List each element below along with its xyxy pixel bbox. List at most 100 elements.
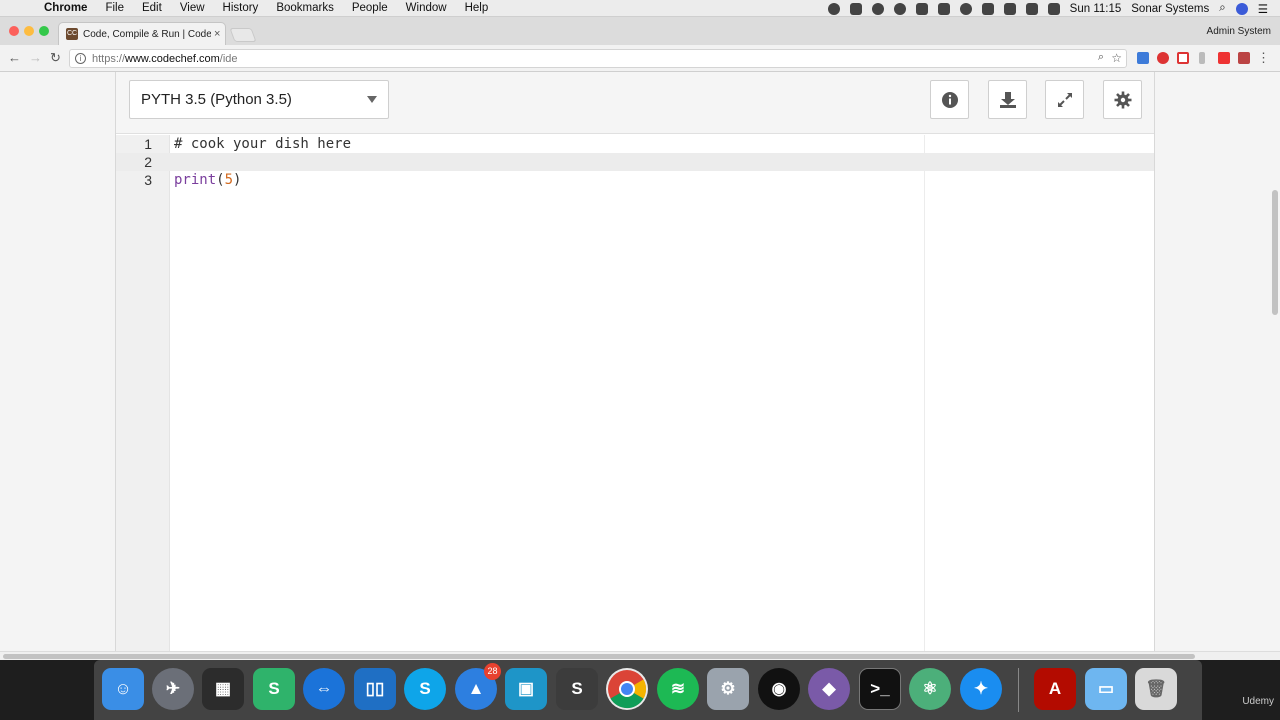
scrollbar-thumb[interactable]	[1272, 190, 1278, 315]
terminal-icon[interactable]: >_	[859, 668, 901, 710]
browser-tab[interactable]: CC Code, Compile & Run | CodeCh ×	[58, 22, 226, 45]
profile-name[interactable]: Admin System	[1207, 26, 1271, 37]
ide-header: PYTH 3.5 (Python 3.5)	[116, 72, 1154, 134]
code-paren: )	[233, 172, 242, 188]
launchpad-icon[interactable]: ✈	[152, 668, 194, 710]
settings-button[interactable]	[1103, 80, 1142, 119]
language-select-value: PYTH 3.5 (Python 3.5)	[141, 91, 292, 108]
teamviewer-status-icon[interactable]	[849, 2, 862, 15]
sublime-text-icon[interactable]: S	[556, 668, 598, 710]
extension-icon[interactable]	[1238, 52, 1250, 64]
macos-menu-bar: Chrome File Edit View History Bookmarks …	[0, 0, 1280, 17]
url-path: /ide	[219, 52, 238, 65]
menu-window[interactable]: Window	[406, 2, 447, 14]
tab-strip: CC Code, Compile & Run | CodeCh × Admin …	[0, 17, 1280, 45]
menu-people[interactable]: People	[352, 2, 388, 14]
code-line[interactable]: 3 print(5)	[116, 171, 1154, 189]
chevron-down-icon	[367, 96, 377, 103]
back-arrow-icon[interactable]: ←	[8, 50, 21, 65]
photo-browser-icon[interactable]: ▦	[202, 668, 244, 710]
chrome-icon[interactable]	[606, 668, 648, 710]
user-name[interactable]: Sonar Systems	[1131, 3, 1209, 15]
airmail-icon[interactable]: ▲ 28	[455, 663, 501, 710]
finder-icon[interactable]: ☺	[102, 668, 144, 710]
spotlight-icon[interactable]: ⌕	[1219, 2, 1225, 15]
creative-cloud-icon[interactable]	[893, 2, 906, 15]
reload-icon[interactable]: ↻	[50, 50, 61, 66]
downloads-folder-icon[interactable]: ▭	[1085, 668, 1127, 710]
siri-icon[interactable]	[1235, 2, 1248, 15]
menu-help[interactable]: Help	[465, 2, 489, 14]
status-area: Sun 11:15 Sonar Systems ⌕ ☰	[827, 0, 1268, 17]
grid-status-icon[interactable]	[937, 2, 950, 15]
eject-icon[interactable]	[1025, 2, 1038, 15]
extension-icon[interactable]	[1199, 52, 1205, 64]
code-keyword: print	[174, 172, 217, 188]
menu-file[interactable]: File	[105, 2, 124, 14]
line-number: 1	[144, 136, 152, 152]
bookmark-star-icon[interactable]: ☆	[1111, 51, 1122, 65]
close-window-button[interactable]	[9, 26, 19, 36]
tab-close-icon[interactable]: ×	[214, 28, 220, 40]
screen-record-icon[interactable]	[827, 2, 840, 15]
code-number: 5	[224, 172, 234, 188]
download-button[interactable]	[988, 80, 1027, 119]
scrollbar-thumb[interactable]	[3, 654, 1195, 659]
acrobat-icon[interactable]: A	[1034, 668, 1076, 710]
skype-icon[interactable]: S	[404, 668, 446, 710]
menu-view[interactable]: View	[180, 2, 205, 14]
atom-icon[interactable]: ⚛	[909, 668, 951, 710]
browser-menu-icon[interactable]: ⋮	[1257, 50, 1270, 66]
bluetooth-icon[interactable]	[981, 2, 994, 15]
teamviewer-icon[interactable]: ⇔	[303, 668, 345, 710]
zoom-window-button[interactable]	[39, 26, 49, 36]
extension-icon[interactable]	[1177, 52, 1189, 64]
code-line-active[interactable]: 2	[116, 153, 1154, 171]
slack-icon[interactable]: S	[253, 668, 295, 710]
obs-icon[interactable]: ◉	[758, 668, 800, 710]
line-number: 2	[144, 154, 152, 170]
gear-icon	[1114, 91, 1131, 108]
address-bar[interactable]: i https://www.codechef.com/ide ⌕ ☆	[69, 49, 1127, 68]
download-icon	[999, 91, 1016, 108]
extension-icon[interactable]	[1157, 52, 1169, 64]
fullscreen-button[interactable]	[1045, 80, 1084, 119]
code-line[interactable]: 1 # cook your dish here	[116, 135, 1154, 153]
menu-history[interactable]: History	[223, 2, 259, 14]
menu-bookmarks[interactable]: Bookmarks	[276, 2, 334, 14]
dock-separator	[1018, 668, 1019, 712]
info-button[interactable]	[930, 80, 969, 119]
tab-title: Code, Compile & Run | CodeCh	[83, 28, 211, 40]
site-info-icon[interactable]: i	[75, 53, 86, 64]
codechef-favicon-icon: CC	[66, 28, 78, 40]
print-margin	[924, 135, 925, 660]
new-tab-button[interactable]	[229, 28, 257, 42]
vertical-scrollbar[interactable]	[1270, 72, 1280, 651]
menu-app-name[interactable]: Chrome	[44, 2, 87, 14]
notification-center-icon[interactable]: ☰	[1258, 2, 1268, 16]
extension-icon[interactable]	[1137, 52, 1149, 64]
code-paren: (	[216, 172, 225, 188]
spotify-icon[interactable]: ≋	[657, 668, 699, 710]
sourcetree-icon[interactable]: ▣	[505, 668, 547, 710]
code-text: print(5)	[174, 171, 241, 189]
horizontal-scrollbar[interactable]	[0, 651, 1280, 660]
github-desktop-icon[interactable]: ◆	[808, 668, 850, 710]
wifi-icon[interactable]	[1003, 2, 1016, 15]
system-preferences-icon[interactable]: ⚙	[707, 668, 749, 710]
code-editor[interactable]: 1 # cook your dish here 2 3 print(5)	[116, 135, 1154, 660]
minimize-window-button[interactable]	[24, 26, 34, 36]
trash-icon[interactable]: 🗑	[1135, 668, 1177, 710]
forward-arrow-icon[interactable]: →	[29, 50, 42, 65]
g-status-icon[interactable]	[915, 2, 928, 15]
menu-edit[interactable]: Edit	[142, 2, 162, 14]
time-machine-icon[interactable]	[959, 2, 972, 15]
clock[interactable]: Sun 11:15	[1070, 3, 1122, 15]
extension-icon[interactable]	[1218, 52, 1230, 64]
cloud-icon[interactable]	[871, 2, 884, 15]
volume-icon[interactable]	[1047, 2, 1060, 15]
safari-icon[interactable]: ✦	[960, 668, 1002, 710]
trello-icon[interactable]: ▯▯	[354, 668, 396, 710]
language-select[interactable]: PYTH 3.5 (Python 3.5)	[129, 80, 389, 119]
zoom-icon[interactable]: ⌕	[1098, 51, 1104, 64]
